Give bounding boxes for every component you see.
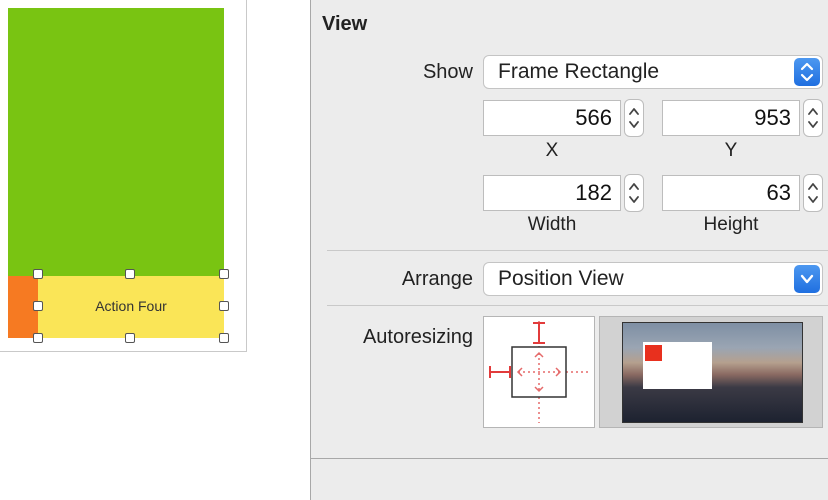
stepper-arrows-icon bbox=[629, 183, 639, 203]
height-field[interactable]: 63 bbox=[662, 175, 800, 211]
arrange-popup[interactable]: Position View bbox=[483, 262, 823, 296]
autoresizing-label: Autoresizing bbox=[362, 326, 473, 348]
section-title: View bbox=[322, 13, 368, 35]
preview-wallpaper-image bbox=[622, 322, 803, 423]
green-view[interactable] bbox=[8, 8, 224, 276]
height-stepper[interactable] bbox=[803, 174, 823, 212]
resize-handle-bottom-right[interactable] bbox=[219, 333, 229, 343]
show-label: Show bbox=[422, 61, 473, 83]
stepper-arrows-icon bbox=[808, 108, 818, 128]
width-field[interactable]: 182 bbox=[483, 175, 621, 211]
divider bbox=[327, 305, 828, 306]
view-frame[interactable]: Action Four bbox=[0, 0, 247, 352]
preview-subview bbox=[645, 345, 662, 361]
chevron-up-down-icon bbox=[794, 58, 820, 86]
y-field[interactable]: 953 bbox=[662, 100, 800, 136]
height-label: Height bbox=[703, 214, 759, 235]
interface-builder-canvas: Action Four bbox=[0, 0, 310, 500]
stepper-arrows-icon bbox=[808, 183, 818, 203]
resize-handle-top-center[interactable] bbox=[125, 269, 135, 279]
resize-handle-middle-left[interactable] bbox=[33, 301, 43, 311]
show-popup-value: Frame Rectangle bbox=[498, 60, 660, 83]
arrange-label: Arrange bbox=[401, 268, 473, 290]
y-stepper[interactable] bbox=[803, 99, 823, 137]
resize-handle-top-left[interactable] bbox=[33, 269, 43, 279]
x-label: X bbox=[545, 140, 559, 161]
resize-handle-bottom-center[interactable] bbox=[125, 333, 135, 343]
autoresizing-mask-icon bbox=[489, 321, 590, 423]
arrange-popup-value: Position View bbox=[498, 267, 624, 290]
x-stepper[interactable] bbox=[624, 99, 644, 137]
size-inspector: View Show Frame Rectangle 566 953 X Y 18… bbox=[310, 0, 828, 500]
width-label: Width bbox=[527, 214, 577, 235]
resize-handle-middle-right[interactable] bbox=[219, 301, 229, 311]
width-stepper[interactable] bbox=[624, 174, 644, 212]
chevron-down-icon bbox=[794, 265, 820, 293]
inspector-bottom-bar bbox=[311, 458, 828, 500]
action-four-label: Action Four bbox=[95, 298, 167, 314]
stepper-arrows-icon bbox=[629, 108, 639, 128]
x-field[interactable]: 566 bbox=[483, 100, 621, 136]
autoresizing-preview bbox=[599, 316, 823, 428]
divider bbox=[327, 250, 828, 251]
autoresizing-mask-control[interactable] bbox=[483, 316, 595, 428]
y-label: Y bbox=[724, 140, 738, 161]
resize-handle-bottom-left[interactable] bbox=[33, 333, 43, 343]
show-popup[interactable]: Frame Rectangle bbox=[483, 55, 823, 89]
resize-handle-top-right[interactable] bbox=[219, 269, 229, 279]
